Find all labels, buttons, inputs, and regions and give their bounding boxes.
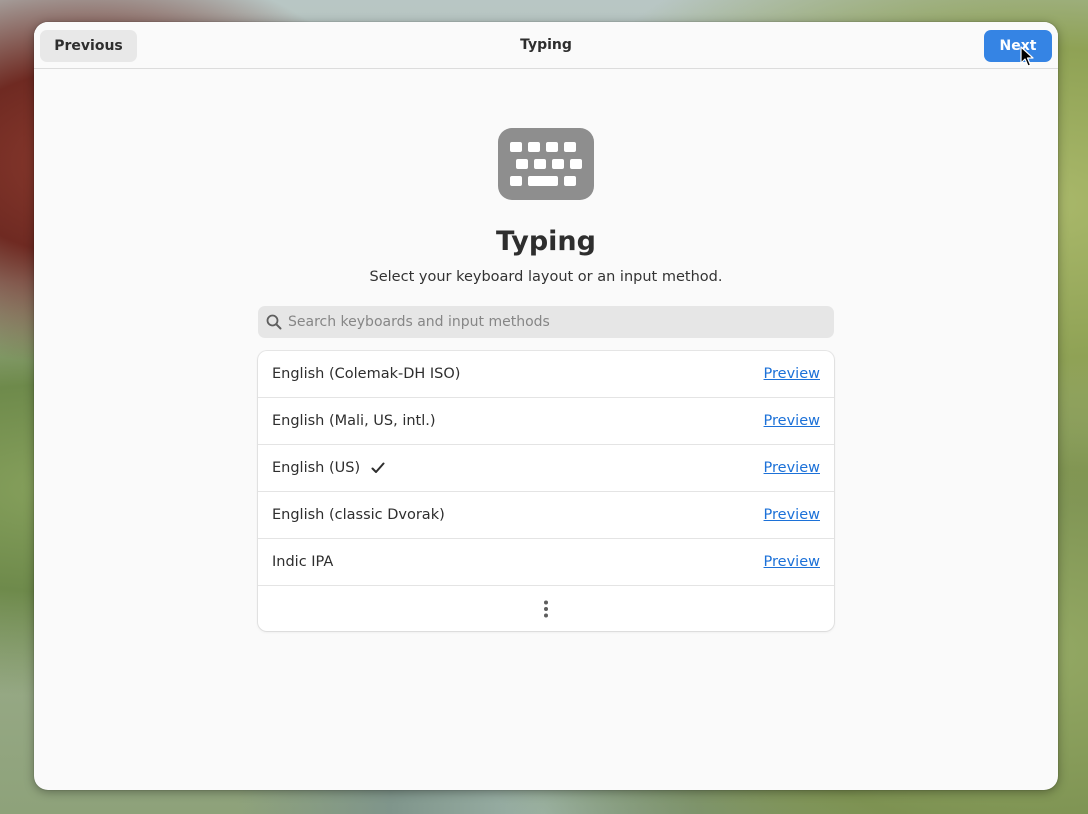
search-icon: [266, 314, 282, 330]
layout-list: English (Colemak-DH ISO) Preview English…: [258, 351, 834, 631]
header-bar: Previous Typing Next: [34, 22, 1058, 69]
layout-row[interactable]: English (Colemak-DH ISO) Preview: [258, 351, 834, 398]
setup-window: Previous Typing Next Typing Select your …: [34, 22, 1058, 790]
keyboard-icon: [498, 128, 594, 200]
layout-label: English (Mali, US, intl.): [272, 413, 436, 429]
preview-link[interactable]: Preview: [764, 398, 820, 444]
header-title: Typing: [520, 37, 572, 53]
layout-row[interactable]: Indic IPA Preview: [258, 539, 834, 586]
layout-row[interactable]: English (Mali, US, intl.) Preview: [258, 398, 834, 445]
mouse-pointer-icon: [1020, 46, 1034, 67]
layout-row[interactable]: English (classic Dvorak) Preview: [258, 492, 834, 539]
next-button[interactable]: Next: [984, 30, 1052, 62]
show-more-button[interactable]: [258, 586, 834, 631]
page-subtitle: Select your keyboard layout or an input …: [369, 269, 723, 285]
layout-label: English (classic Dvorak): [272, 507, 445, 523]
layout-label: Indic IPA: [272, 554, 334, 570]
preview-link[interactable]: Preview: [764, 445, 820, 491]
layout-row-selected[interactable]: English (US) Preview: [258, 445, 834, 492]
checkmark-icon: [371, 462, 385, 473]
preview-link[interactable]: Preview: [764, 492, 820, 538]
search-input[interactable]: [288, 306, 818, 338]
layout-label: English (Colemak-DH ISO): [272, 366, 461, 382]
search-field[interactable]: [258, 306, 834, 338]
page-title: Typing: [496, 226, 596, 257]
layout-label: English (US): [272, 460, 361, 476]
previous-button[interactable]: Previous: [40, 30, 137, 62]
preview-link[interactable]: Preview: [764, 351, 820, 397]
view-more-icon: [544, 600, 548, 618]
preview-link[interactable]: Preview: [764, 539, 820, 585]
